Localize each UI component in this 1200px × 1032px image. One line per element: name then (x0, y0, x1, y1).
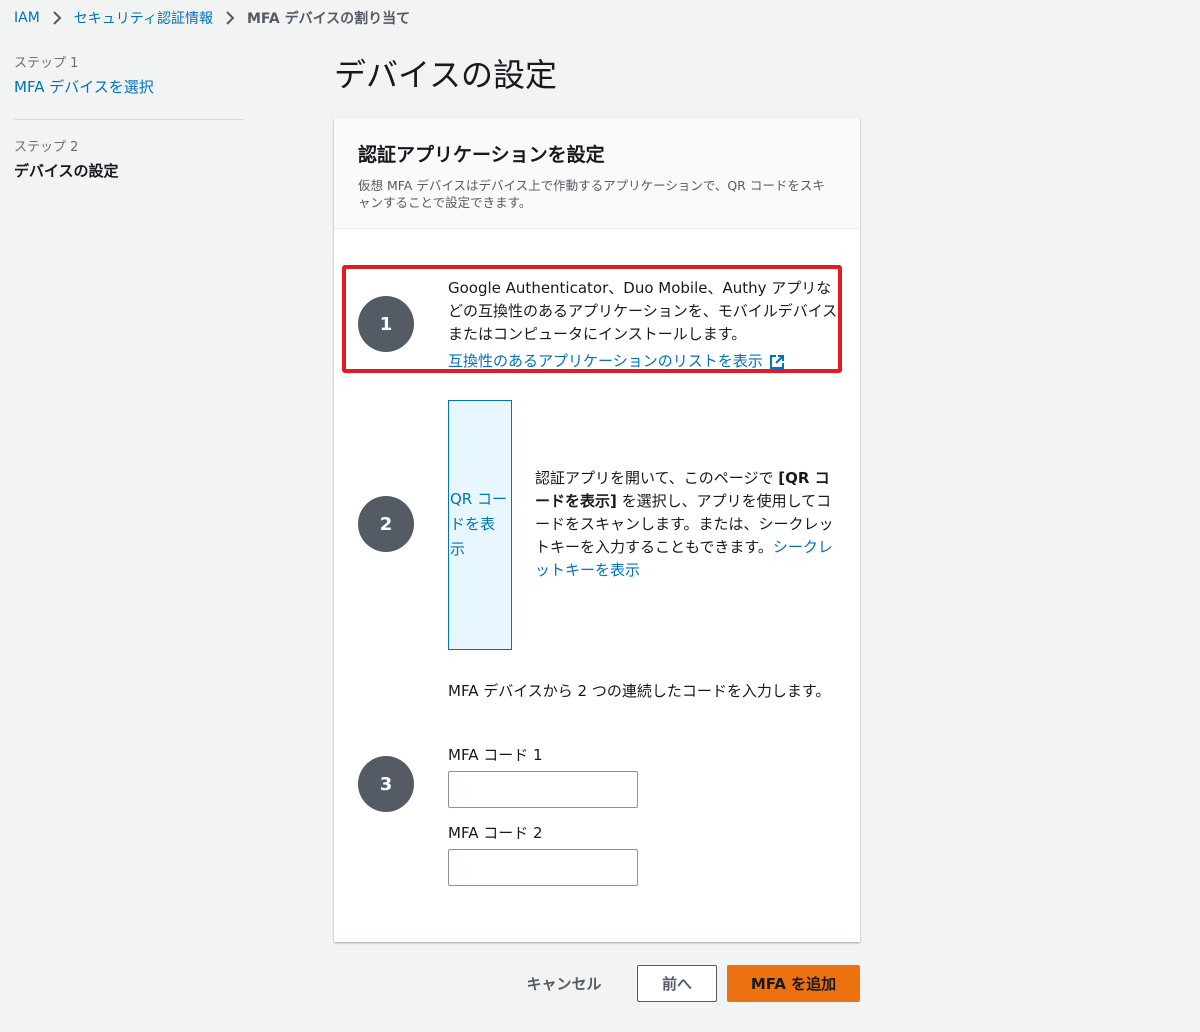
mfa-code-2-input[interactable] (448, 849, 638, 886)
step-2-title: デバイスの設定 (14, 162, 119, 180)
breadcrumb-iam[interactable]: IAM (14, 10, 40, 26)
breadcrumb-current: MFA デバイスの割り当て (246, 11, 411, 27)
step-2-label: ステップ 2 (14, 140, 79, 155)
compatible-apps-link[interactable]: 互換性のあるアプリケーションのリストを表示 (448, 350, 785, 373)
step-1-instructions: Google Authenticator、Duo Mobile、Authy アプ… (448, 279, 838, 343)
panel-title: 認証アプリケーションを設定 (358, 144, 605, 166)
panel-description: 仮想 MFA デバイスはデバイス上で作動するアプリケーションで、QR コードをス… (358, 178, 825, 210)
panel-header: 認証アプリケーションを設定 仮想 MFA デバイスはデバイス上で作動するアプリケ… (334, 118, 860, 229)
step-3-instructions: MFA デバイスから 2 つの連続したコードを入力します。 (448, 682, 831, 700)
step-1-label: ステップ 1 (14, 56, 79, 71)
step-1-content: Google Authenticator、Duo Mobile、Authy アプ… (448, 277, 840, 373)
step-number-3: 3 (358, 756, 414, 812)
mfa-code-1-label: MFA コード 1 (448, 746, 543, 764)
authenticator-setup-panel: 認証アプリケーションを設定 仮想 MFA デバイスはデバイス上で作動するアプリケ… (334, 118, 860, 942)
step-2-instructions: 認証アプリを開いて、このページで [QR コードを表示] を選択し、アプリを使用… (535, 467, 837, 582)
external-link-icon (769, 354, 785, 370)
breadcrumb: IAM セキュリティ認証情報 MFA デバイスの割り当て (14, 7, 410, 29)
add-mfa-button[interactable]: MFA を追加 (727, 965, 860, 1002)
cancel-button[interactable]: キャンセル (510, 965, 618, 1002)
show-qr-code-button[interactable]: QR コードを表示 (448, 400, 512, 650)
steps-divider (14, 119, 243, 120)
wizard-step-2: ステップ 2 デバイスの設定 (14, 136, 243, 181)
previous-button[interactable]: 前へ (637, 965, 717, 1002)
chevron-right-icon (225, 11, 235, 25)
breadcrumb-security-credentials[interactable]: セキュリティ認証情報 (74, 8, 213, 28)
mfa-code-1-input[interactable] (448, 771, 638, 808)
wizard-steps: ステップ 1 MFA デバイスを選択 ステップ 2 デバイスの設定 (14, 52, 243, 181)
chevron-right-icon (52, 11, 62, 25)
page-title: デバイスの設定 (334, 56, 558, 94)
mfa-code-2-label: MFA コード 2 (448, 824, 543, 842)
step-2-text-before: 認証アプリを開いて、このページで (535, 469, 779, 487)
step-number-2: 2 (358, 496, 414, 552)
wizard-step-1: ステップ 1 MFA デバイスを選択 (14, 52, 243, 97)
step-number-1: 1 (358, 296, 414, 352)
step-1-link[interactable]: MFA デバイスを選択 (14, 76, 243, 97)
compatible-apps-link-label: 互換性のあるアプリケーションのリストを表示 (448, 352, 763, 370)
